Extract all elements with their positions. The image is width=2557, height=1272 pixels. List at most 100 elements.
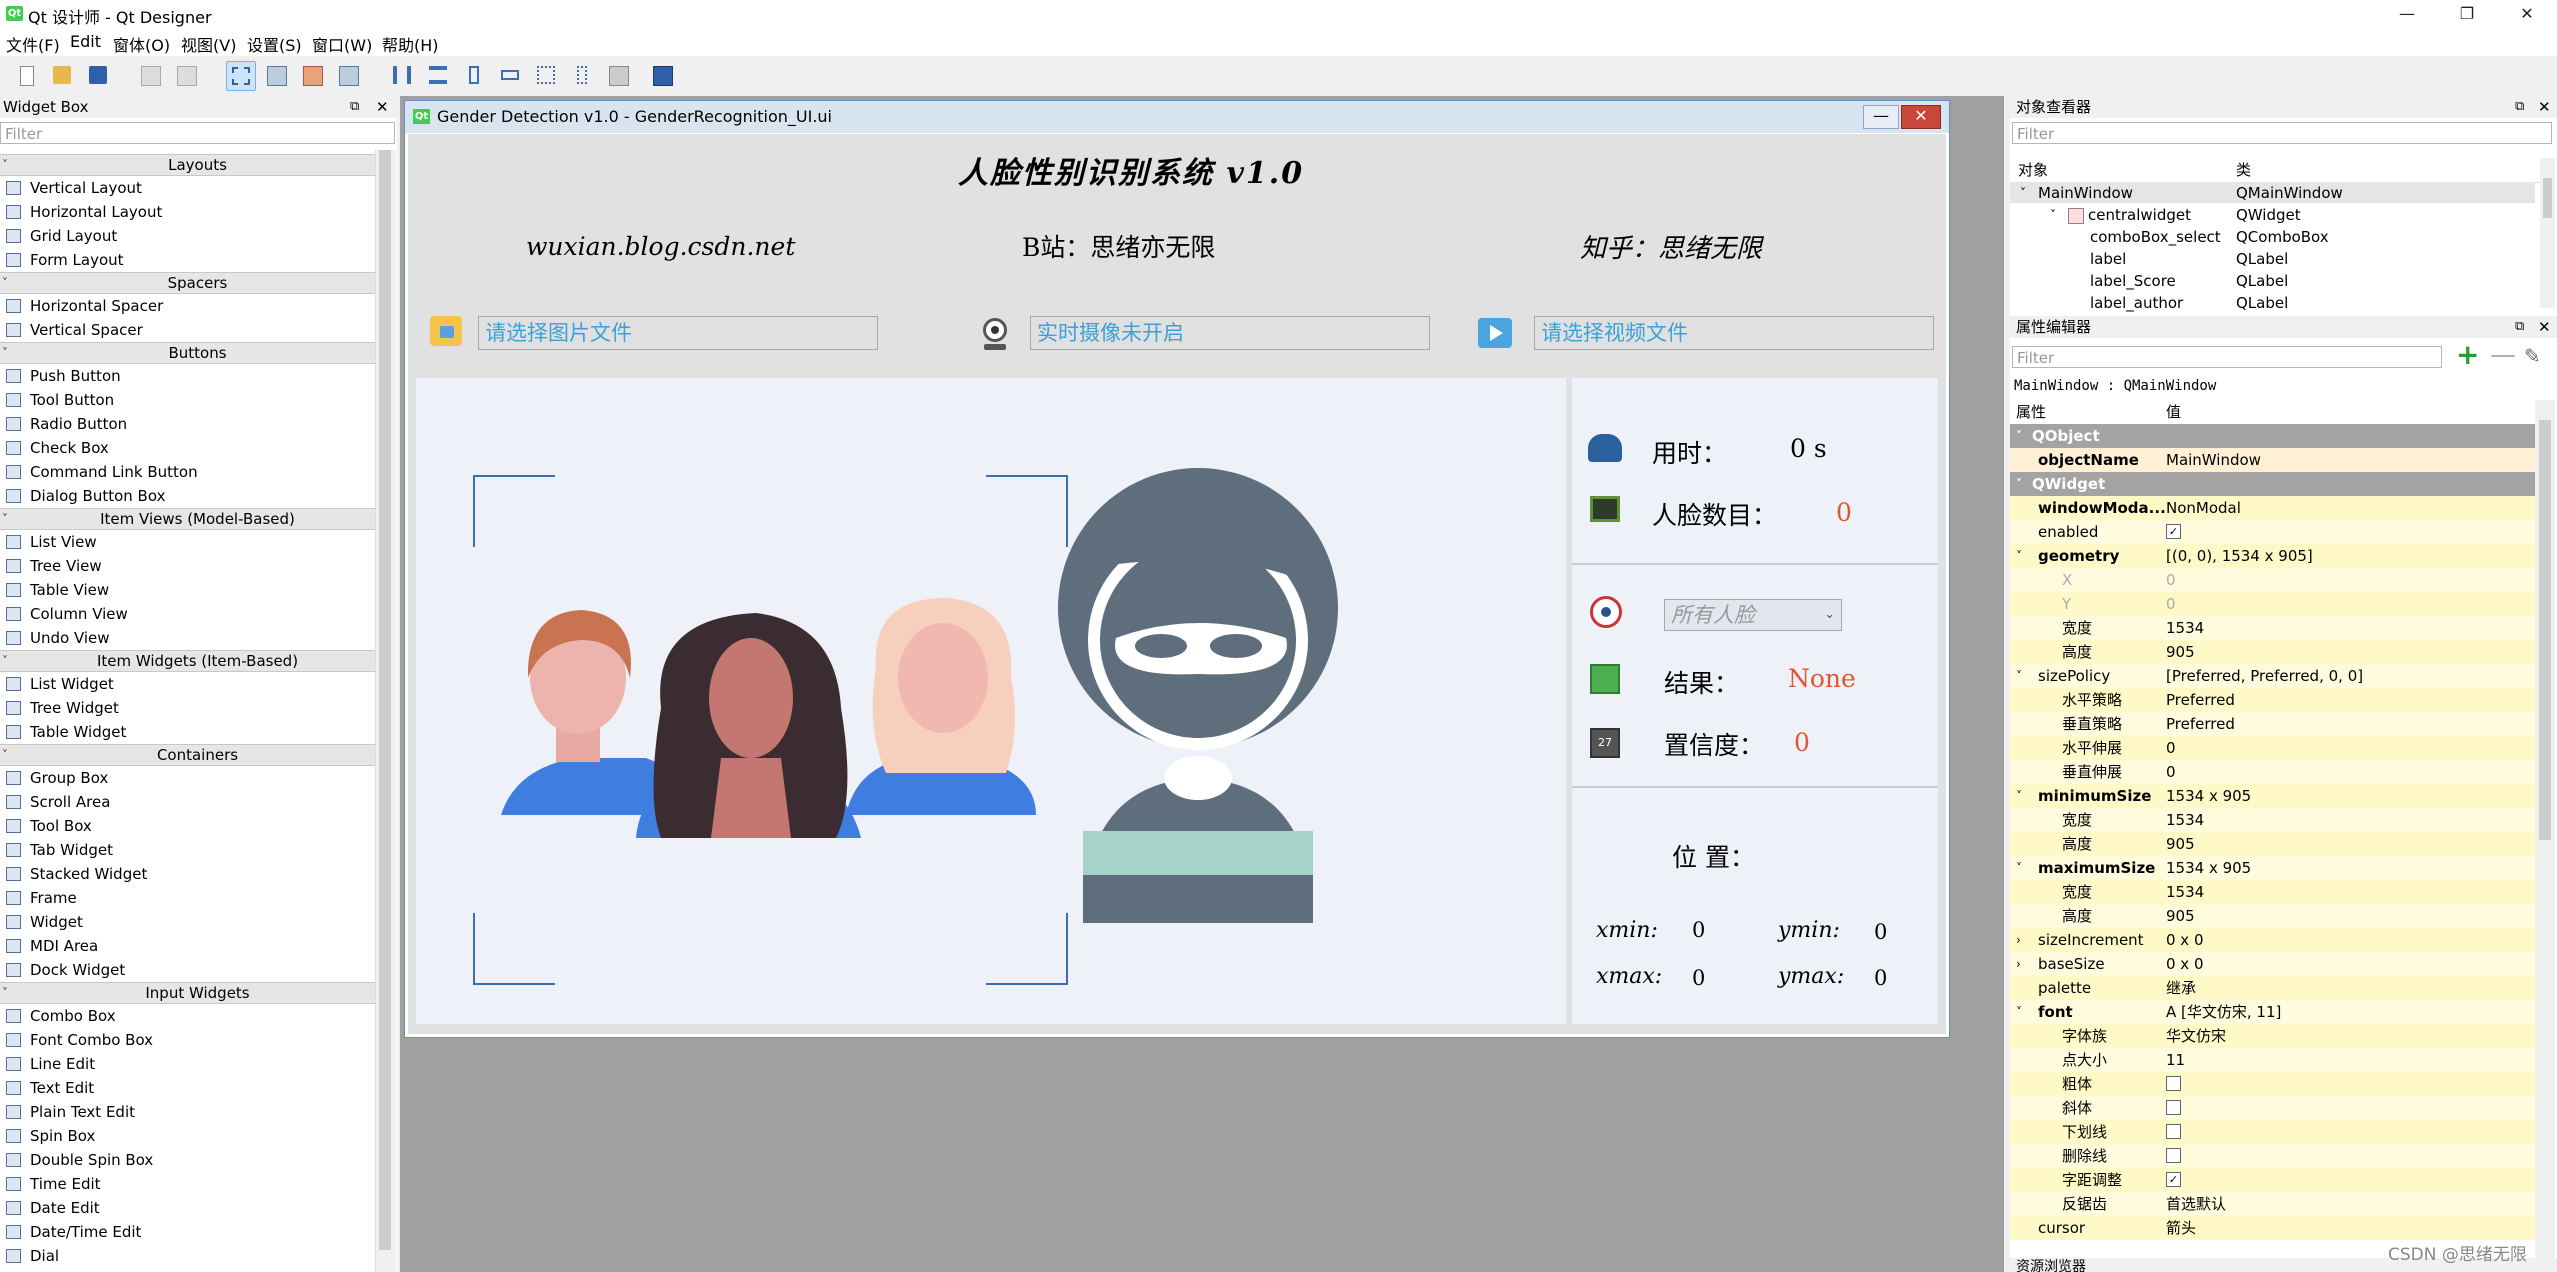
property-row[interactable]: 宽度 1534 bbox=[2010, 808, 2535, 832]
property-row[interactable]: › baseSize 0 x 0 bbox=[2010, 952, 2535, 976]
widget-item[interactable]: Vertical Layout bbox=[0, 176, 375, 200]
category-spacers[interactable]: ˅ Spacers bbox=[0, 272, 395, 294]
widget-item[interactable]: List View bbox=[0, 530, 375, 554]
menu-edit[interactable]: Edit bbox=[70, 32, 101, 51]
widget-item[interactable]: Column View bbox=[0, 602, 375, 626]
property-row[interactable]: 水平伸展 0 bbox=[2010, 736, 2535, 760]
property-row[interactable]: X0 bbox=[2010, 568, 2535, 592]
edit-tab-order-icon[interactable] bbox=[334, 61, 362, 89]
property-row[interactable]: cursor 箭头 bbox=[2010, 1216, 2535, 1240]
widget-item[interactable]: Text Edit bbox=[0, 1076, 375, 1100]
expand-arrow-icon[interactable]: ˅ bbox=[2020, 182, 2026, 204]
widget-item[interactable]: Font Combo Box bbox=[0, 1028, 375, 1052]
edit-widgets-icon[interactable] bbox=[226, 61, 256, 91]
widget-item[interactable]: Time Edit bbox=[0, 1172, 375, 1196]
expand-arrow-icon[interactable]: ˅ bbox=[2016, 1000, 2022, 1024]
folder-icon[interactable] bbox=[430, 316, 462, 346]
menu-window[interactable]: 窗口(W) bbox=[312, 32, 372, 56]
widget-item[interactable]: Double Spin Box bbox=[0, 1148, 375, 1172]
widget-item[interactable]: Table View bbox=[0, 578, 375, 602]
object-tree-scrollbar[interactable] bbox=[2540, 158, 2555, 308]
property-row[interactable]: windowModa... NonModal bbox=[2010, 496, 2535, 520]
widget-item[interactable]: Tab Widget bbox=[0, 838, 375, 862]
video-file-input[interactable]: 请选择视频文件 bbox=[1534, 316, 1934, 350]
property-row[interactable]: ˅ sizePolicy [Preferred, Preferred, 0, 0] bbox=[2010, 664, 2535, 688]
expand-arrow-icon[interactable]: ˅ bbox=[2016, 424, 2022, 448]
property-checkbox[interactable]: ✓ bbox=[2166, 523, 2181, 539]
layout-vertical-icon[interactable] bbox=[424, 61, 452, 89]
category-containers[interactable]: ˅ Containers bbox=[0, 744, 395, 766]
widget-item[interactable]: Check Box bbox=[0, 436, 375, 460]
property-row[interactable]: ˅ QObject bbox=[2010, 424, 2535, 448]
widget-item[interactable]: Push Button bbox=[0, 364, 375, 388]
widget-item[interactable]: Spin Box bbox=[0, 1124, 375, 1148]
adjust-size-icon[interactable] bbox=[648, 61, 676, 89]
property-row[interactable]: 反锯齿 首选默认 bbox=[2010, 1192, 2535, 1216]
float-icon[interactable]: ⧉ bbox=[2515, 96, 2524, 118]
widget-item[interactable]: Stacked Widget bbox=[0, 862, 375, 886]
close-icon[interactable]: ✕ bbox=[2497, 0, 2557, 28]
close-icon[interactable]: ✕ bbox=[2538, 316, 2551, 338]
widget-item[interactable]: Widget bbox=[0, 910, 375, 934]
form-close-icon[interactable]: ✕ bbox=[1901, 105, 1941, 129]
scroll-thumb[interactable] bbox=[379, 150, 391, 1250]
widget-item[interactable]: MDI Area bbox=[0, 934, 375, 958]
widget-item[interactable]: Dialog Button Box bbox=[0, 484, 375, 508]
property-checkbox[interactable] bbox=[2166, 1099, 2181, 1115]
property-row[interactable]: 垂直策略 Preferred bbox=[2010, 712, 2535, 736]
widget-item[interactable]: Line Edit bbox=[0, 1052, 375, 1076]
object-tree-row[interactable]: ˅ MainWindow QMainWindow bbox=[2010, 182, 2535, 204]
menu-file[interactable]: 文件(F) bbox=[6, 32, 60, 56]
property-row[interactable]: › sizeIncrement 0 x 0 bbox=[2010, 928, 2535, 952]
property-row[interactable]: ˅ font A [华文仿宋, 11] bbox=[2010, 1000, 2535, 1024]
copy-icon[interactable] bbox=[136, 61, 164, 89]
property-row[interactable]: 点大小 11 bbox=[2010, 1048, 2535, 1072]
float-icon[interactable]: ⧉ bbox=[2515, 316, 2524, 338]
property-row[interactable]: 字距调整 ✓ bbox=[2010, 1168, 2535, 1192]
property-row[interactable]: 高度 905 bbox=[2010, 640, 2535, 664]
object-tree-row[interactable]: label_Score QLabel bbox=[2010, 270, 2535, 292]
camera-icon[interactable] bbox=[978, 316, 1012, 352]
form-minimize-icon[interactable]: — bbox=[1863, 105, 1899, 129]
break-layout-icon[interactable] bbox=[604, 61, 632, 89]
close-icon[interactable]: ✕ bbox=[2538, 96, 2551, 118]
configure-icon[interactable]: ✎ bbox=[2524, 344, 2548, 368]
widget-item[interactable]: Horizontal Layout bbox=[0, 200, 375, 224]
property-row[interactable]: palette 继承 bbox=[2010, 976, 2535, 1000]
float-icon[interactable]: ⧉ bbox=[350, 96, 359, 118]
object-tree-row[interactable]: ˅ centralwidget QWidget bbox=[2010, 204, 2535, 226]
remove-property-icon[interactable]: — bbox=[2490, 342, 2516, 368]
property-checkbox[interactable] bbox=[2166, 1147, 2181, 1163]
property-row[interactable]: 粗体 bbox=[2010, 1072, 2535, 1096]
widget-item[interactable]: Dial bbox=[0, 1244, 375, 1268]
widget-item[interactable]: Command Link Button bbox=[0, 460, 375, 484]
object-tree-row[interactable]: comboBox_select QComboBox bbox=[2010, 226, 2535, 248]
widget-item[interactable]: Form Layout bbox=[0, 248, 375, 272]
category-item-widgets[interactable]: ˅ Item Widgets (Item-Based) bbox=[0, 650, 395, 672]
paste-icon[interactable] bbox=[172, 61, 200, 89]
widget-item[interactable]: Vertical Spacer bbox=[0, 318, 375, 342]
save-icon[interactable] bbox=[84, 61, 112, 89]
open-folder-icon[interactable] bbox=[48, 61, 76, 89]
widget-item[interactable]: Combo Box bbox=[0, 1004, 375, 1028]
property-checkbox[interactable] bbox=[2166, 1075, 2181, 1091]
property-row[interactable]: 垂直伸展 0 bbox=[2010, 760, 2535, 784]
widget-item[interactable]: Tree Widget bbox=[0, 696, 375, 720]
layout-grid-icon[interactable] bbox=[532, 61, 560, 89]
widget-box-scrollbar[interactable] bbox=[375, 150, 396, 1272]
property-checkbox[interactable]: ✓ bbox=[2166, 1171, 2181, 1187]
property-row[interactable]: 宽度 1534 bbox=[2010, 616, 2535, 640]
property-row[interactable]: 宽度 1534 bbox=[2010, 880, 2535, 904]
property-row[interactable]: enabled ✓ bbox=[2010, 520, 2535, 544]
widget-item[interactable]: Tree View bbox=[0, 554, 375, 578]
close-icon[interactable]: ✕ bbox=[376, 96, 389, 118]
object-tree-row[interactable]: label_author QLabel bbox=[2010, 292, 2535, 314]
layout-splitter-v-icon[interactable] bbox=[496, 61, 524, 89]
widget-item[interactable]: Radio Button bbox=[0, 412, 375, 436]
menu-form[interactable]: 窗体(O) bbox=[113, 32, 170, 56]
widget-item[interactable]: Plain Text Edit bbox=[0, 1100, 375, 1124]
object-filter-input[interactable]: Filter bbox=[2012, 122, 2552, 144]
video-icon[interactable] bbox=[1478, 318, 1512, 348]
widget-item[interactable]: Dock Widget bbox=[0, 958, 375, 982]
property-filter-input[interactable]: Filter bbox=[2012, 346, 2442, 368]
